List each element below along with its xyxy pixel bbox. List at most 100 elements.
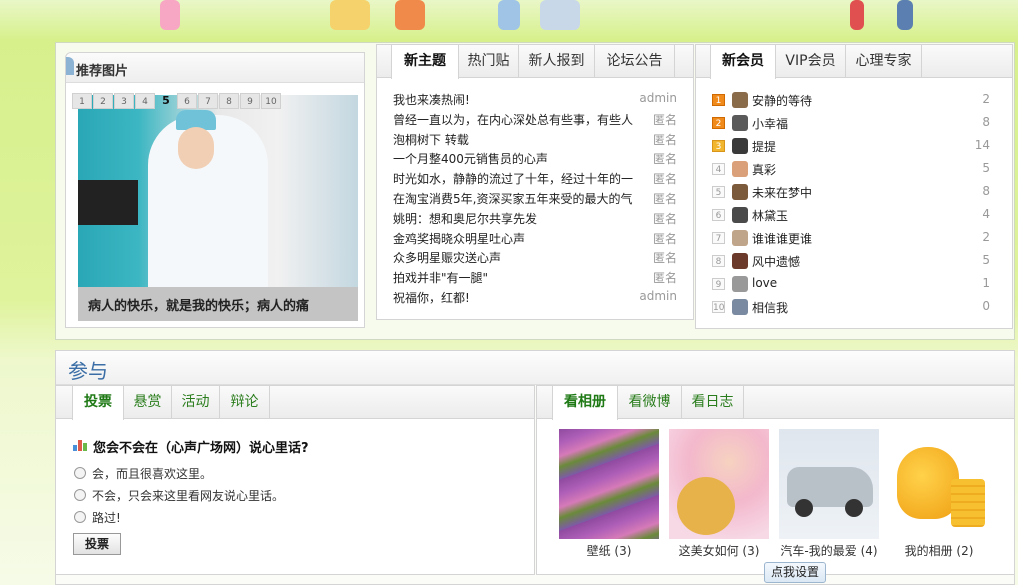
album-thumbnail[interactable] [889, 429, 989, 539]
member-name-link[interactable]: 安静的等待 [752, 92, 812, 109]
member-row: 1 安静的等待 2 [712, 91, 990, 109]
avatar[interactable] [732, 92, 748, 108]
coin-stack-shape [951, 479, 985, 527]
albums-tabbar: 看相册 看微博 看日志 [537, 386, 1014, 420]
member-count: 8 [982, 115, 990, 129]
member-count: 5 [982, 253, 990, 267]
album-thumbnail[interactable] [779, 429, 879, 539]
topic-author[interactable]: 匿名 [653, 230, 677, 247]
topic-title-link[interactable]: 姚明：想和奥尼尔共享先发 [393, 210, 635, 227]
topic-title-link[interactable]: 我也来凑热闹! [393, 91, 635, 108]
page-number-button[interactable]: 2 [93, 93, 113, 109]
album-label[interactable]: 壁纸 (3) [559, 542, 659, 559]
member-row: 10 相信我 0 [712, 298, 990, 316]
tab-vip-members[interactable]: VIP会员 [776, 45, 846, 78]
avatar[interactable] [732, 230, 748, 246]
member-name-link[interactable]: 未来在梦中 [752, 184, 812, 201]
topic-author[interactable]: admin [639, 289, 677, 303]
topic-author[interactable]: 匿名 [653, 249, 677, 266]
vote-tabbar: 投票 悬赏 活动 辩论 [56, 386, 534, 420]
monitor-shape [78, 180, 138, 225]
member-count: 14 [974, 138, 990, 152]
avatar[interactable] [732, 115, 748, 131]
topic-author[interactable]: 匿名 [653, 150, 677, 167]
nurse-face [178, 127, 214, 169]
members-panel: 新会员 VIP会员 心理专家 1 安静的等待 2 2 小幸福 8 3 提提 14 4 真彩 5 5 未来在… [695, 44, 1013, 329]
page-number-button[interactable]: 3 [114, 93, 134, 109]
tab-bounty[interactable]: 悬赏 [124, 386, 172, 419]
topic-author[interactable]: 匿名 [653, 210, 677, 227]
vote-button[interactable]: 投票 [73, 533, 121, 555]
page-number-button[interactable]: 10 [261, 93, 281, 109]
page-number-button[interactable]: 9 [240, 93, 260, 109]
topic-title-link[interactable]: 时光如水，静静的流过了十年，经过十年的一 [393, 170, 635, 187]
topic-title-link[interactable]: 众多明星赈灾送心声 [393, 249, 635, 266]
album-label[interactable]: 汽车-我的最爱 (4) [773, 542, 885, 559]
avatar[interactable] [732, 138, 748, 154]
page-number-button[interactable]: 8 [219, 93, 239, 109]
page-number-button[interactable]: 5 [156, 93, 176, 109]
page-number-button[interactable]: 7 [198, 93, 218, 109]
tab-new-topics[interactable]: 新主题 [391, 45, 459, 79]
avatar[interactable] [732, 299, 748, 315]
tab-activity[interactable]: 活动 [172, 386, 220, 419]
member-name-link[interactable]: 提提 [752, 138, 776, 155]
avatar[interactable] [732, 253, 748, 269]
page-number-button[interactable]: 4 [135, 93, 155, 109]
topic-title-link[interactable]: 拍戏并非"有一腿" [393, 269, 635, 286]
album-label[interactable]: 这美女如何 (3) [669, 542, 769, 559]
tab-albums[interactable]: 看相册 [552, 386, 618, 420]
member-name-link[interactable]: 真彩 [752, 161, 776, 178]
recommend-image-frame[interactable]: 病人的快乐，就是我的快乐；病人的痛 [78, 95, 358, 321]
topic-author[interactable]: 匿名 [653, 190, 677, 207]
member-name-link[interactable]: love [752, 276, 777, 290]
member-name-link[interactable]: 林黛玉 [752, 207, 788, 224]
cartoon-figure [330, 0, 370, 30]
tab-hot-posts[interactable]: 热门贴 [459, 45, 519, 78]
topic-author[interactable]: 匿名 [653, 170, 677, 187]
member-name-link[interactable]: 相信我 [752, 299, 788, 316]
page-number-button[interactable]: 1 [72, 93, 92, 109]
tab-new-members[interactable]: 新会员 [710, 45, 776, 79]
tab-blog[interactable]: 看日志 [682, 386, 744, 419]
member-name-link[interactable]: 谁谁谁更谁 [752, 230, 812, 247]
topic-title-link[interactable]: 在淘宝消费5年,资深买家五年来受的最大的气 [393, 190, 635, 207]
radio-button[interactable] [74, 467, 86, 479]
topic-author[interactable]: admin [639, 91, 677, 105]
member-name-link[interactable]: 风中遗憾 [752, 253, 800, 270]
tab-microblog[interactable]: 看微博 [618, 386, 682, 419]
section-title: 参与 [68, 359, 108, 383]
topic-title-link[interactable]: 金鸡奖揭晓众明星吐心声 [393, 230, 635, 247]
topic-title-link[interactable]: 一个月整400元销售员的心声 [393, 150, 635, 167]
tab-announcements[interactable]: 论坛公告 [595, 45, 675, 78]
topic-author[interactable]: 匿名 [653, 131, 677, 148]
tab-psychologists[interactable]: 心理专家 [846, 45, 922, 78]
page-number-button[interactable]: 6 [177, 93, 197, 109]
tab-debate[interactable]: 辩论 [220, 386, 270, 419]
rank-badge: 4 [712, 163, 725, 175]
avatar[interactable] [732, 161, 748, 177]
topic-title-link[interactable]: 泡桐树下 转载 [393, 131, 635, 148]
topic-author[interactable]: 匿名 [653, 269, 677, 286]
rank-badge: 5 [712, 186, 725, 198]
settings-button[interactable]: 点我设置 [764, 562, 826, 583]
member-name-link[interactable]: 小幸福 [752, 115, 788, 132]
cartoon-figure [498, 0, 520, 30]
topic-title-link[interactable]: 祝福你，红都! [393, 289, 635, 306]
tab-vote[interactable]: 投票 [72, 386, 124, 420]
album-thumbnail[interactable] [669, 429, 769, 539]
rank-badge: 10 [712, 301, 725, 313]
topic-author[interactable]: 匿名 [653, 111, 677, 128]
avatar[interactable] [732, 207, 748, 223]
tab-newcomers[interactable]: 新人报到 [519, 45, 595, 78]
radio-button[interactable] [74, 511, 86, 523]
section-header: 参与 [56, 351, 1014, 385]
topic-title-link[interactable]: 曾经一直以为，在内心深处总有些事，有些人 [393, 111, 635, 128]
album-thumbnail[interactable] [559, 429, 659, 539]
members-tabbar: 新会员 VIP会员 心理专家 [696, 45, 1012, 79]
album-label[interactable]: 我的相册 (2) [889, 542, 989, 559]
avatar[interactable] [732, 184, 748, 200]
radio-button[interactable] [74, 489, 86, 501]
avatar[interactable] [732, 276, 748, 292]
rank-badge: 8 [712, 255, 725, 267]
